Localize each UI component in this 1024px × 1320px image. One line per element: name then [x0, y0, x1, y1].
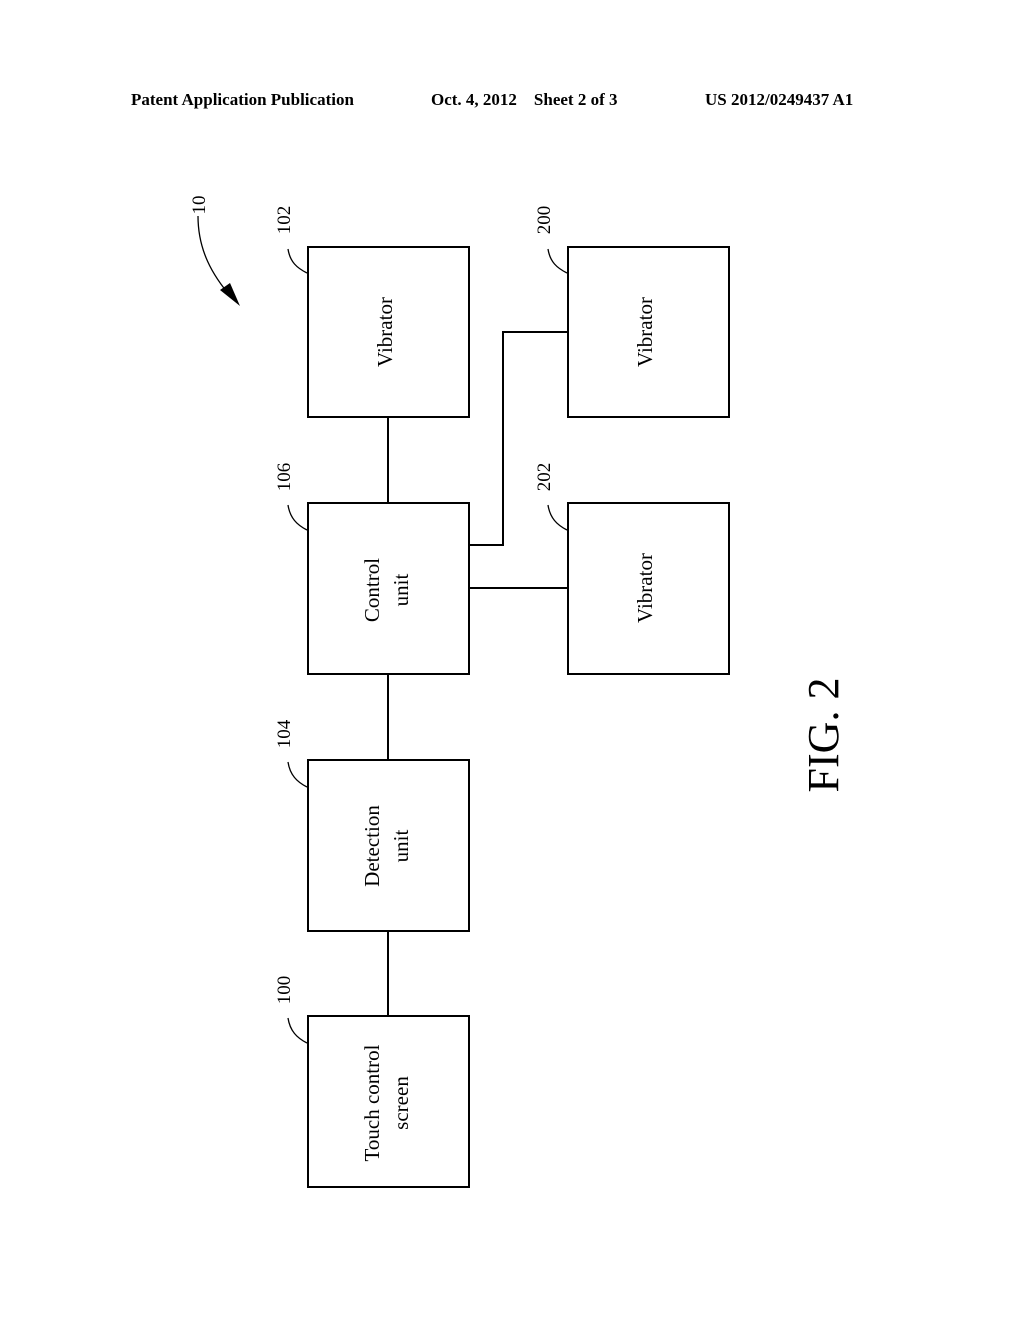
block-detection-104: 104 Detection unit — [274, 719, 470, 932]
block-vibrator-200: 200 Vibrator — [534, 206, 730, 418]
block-label-line2: screen — [389, 1076, 413, 1130]
block-vibrator-102: 102 Vibrator — [274, 206, 470, 418]
block-label-line2: unit — [389, 830, 413, 863]
ref-label: 102 — [274, 206, 295, 235]
block-touch-screen-100: 100 Touch control screen — [274, 976, 470, 1188]
block-vibrator-202: 202 Vibrator — [534, 463, 730, 675]
block-control-106: 106 Control unit — [274, 463, 470, 675]
ref-label: 106 — [274, 463, 295, 492]
block-label-line1: Touch control — [360, 1044, 384, 1161]
ref-label: 100 — [274, 976, 295, 1005]
ref-label: 202 — [534, 463, 555, 492]
block-diagram: 10 102 Vibrator 106 Control unit 104 Det… — [189, 196, 848, 1188]
ref-label: 104 — [274, 719, 295, 748]
block-label-line1: Detection — [360, 805, 384, 887]
wire-106-200 — [469, 331, 568, 546]
ref-label: 200 — [534, 206, 555, 235]
block-label: Vibrator — [373, 297, 397, 367]
block-label: Vibrator — [633, 297, 657, 367]
block-label: Vibrator — [633, 553, 657, 623]
figure-caption: FIG. 2 — [799, 678, 848, 793]
block-label-line2: unit — [389, 574, 413, 607]
system-ref-label: 10 — [189, 196, 210, 215]
block-label-line1: Control — [360, 558, 384, 622]
